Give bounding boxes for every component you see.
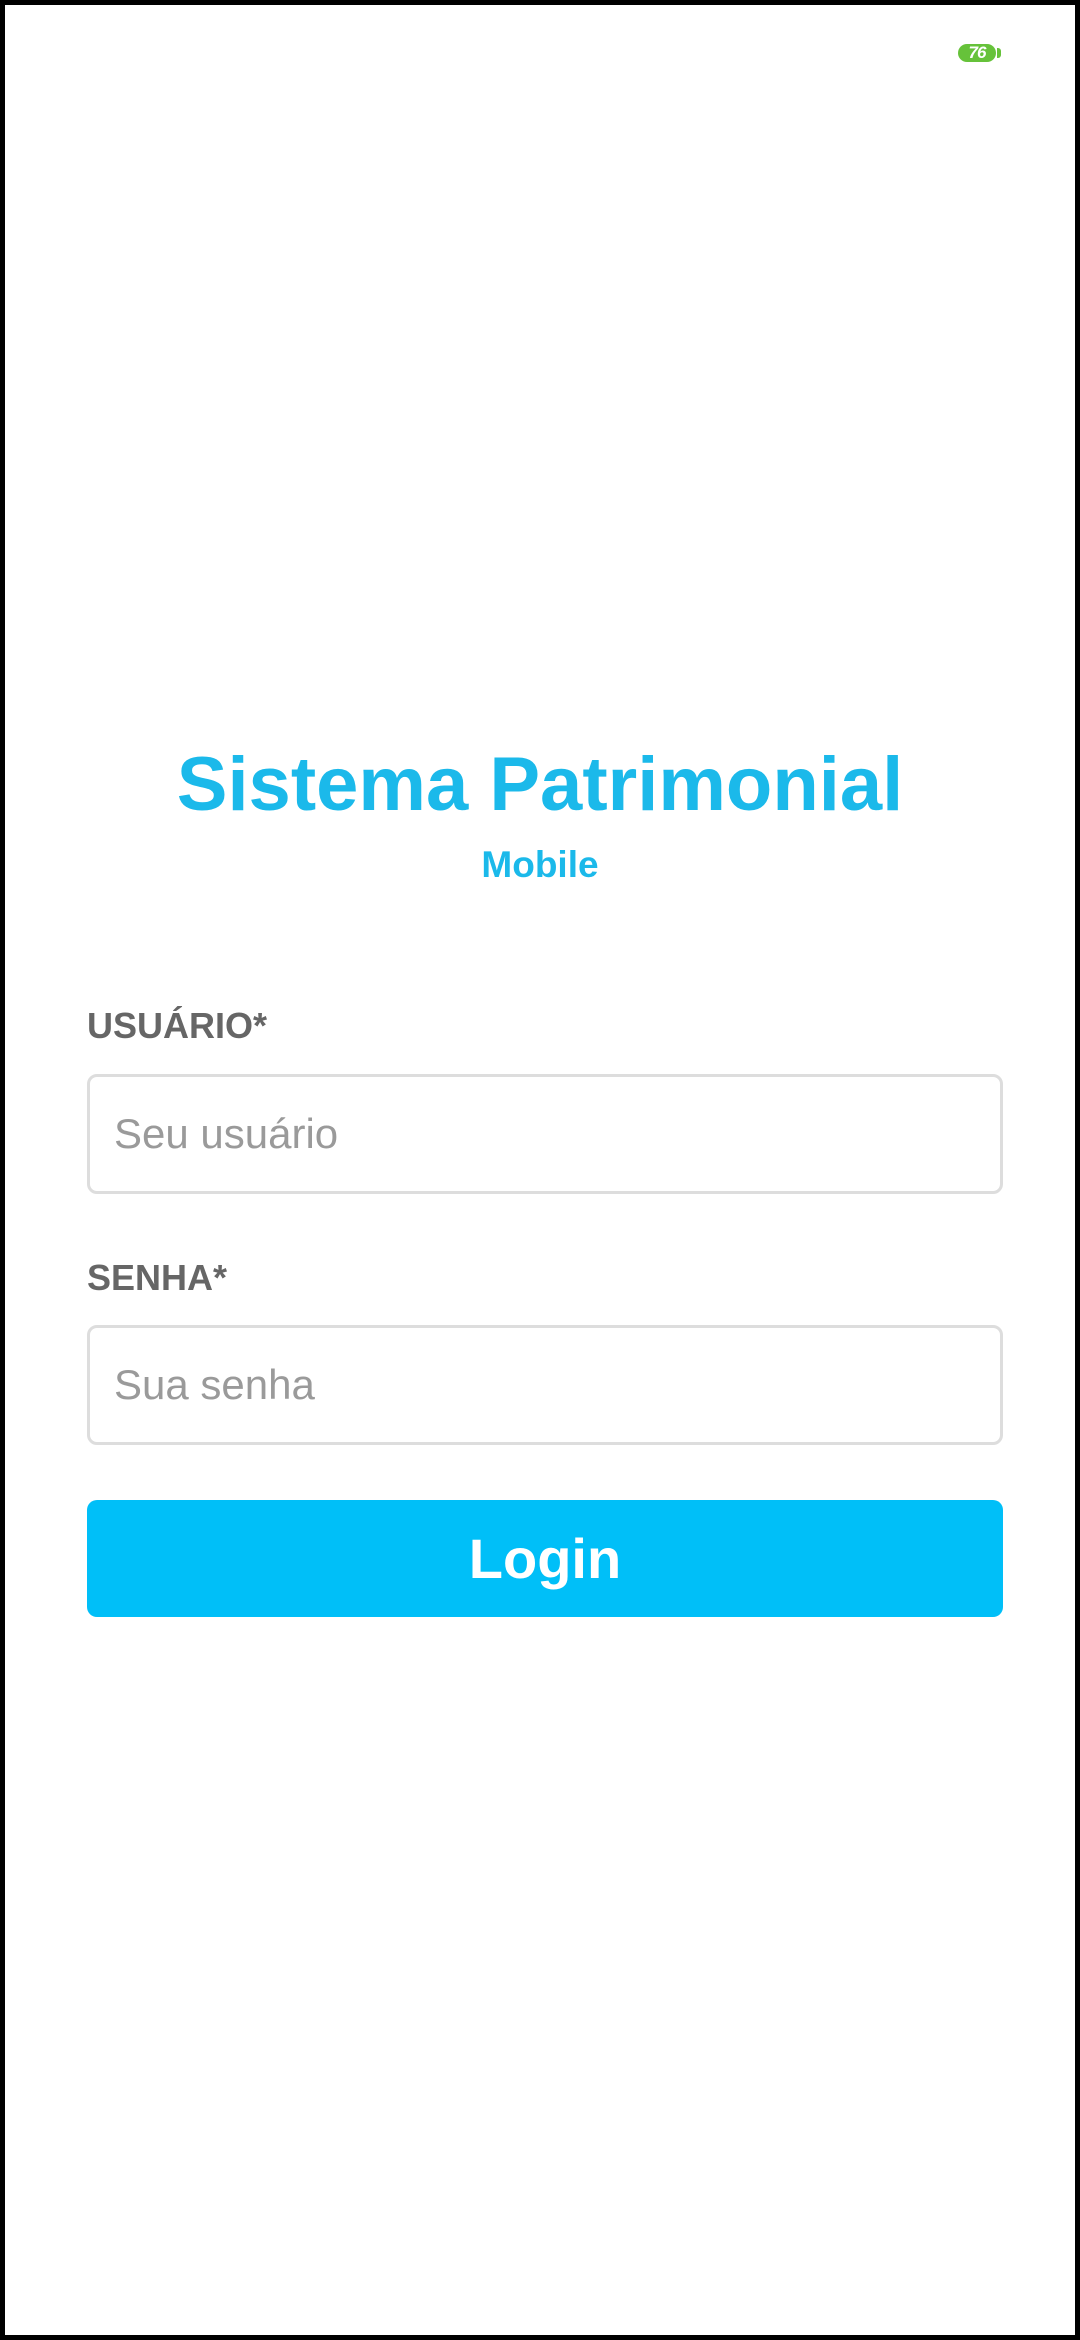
username-label: USUÁRIO* bbox=[87, 1005, 268, 1046]
login-button[interactable]: Login bbox=[87, 1500, 1003, 1617]
password-input[interactable] bbox=[87, 1325, 1003, 1445]
password-label: SENHA* bbox=[87, 1257, 228, 1298]
username-input[interactable] bbox=[87, 1074, 1003, 1194]
battery-level: 76 bbox=[968, 44, 987, 62]
battery-tip bbox=[997, 48, 1001, 58]
app-subtitle: Mobile bbox=[481, 844, 599, 885]
battery-icon: 76 bbox=[958, 44, 996, 62]
app-title: Sistema Patrimonial bbox=[176, 742, 904, 827]
battery-indicator: 76 bbox=[958, 43, 1002, 63]
login-screen: 76 Sistema Patrimonial Mobile USUÁRIO* S… bbox=[0, 0, 1080, 2340]
